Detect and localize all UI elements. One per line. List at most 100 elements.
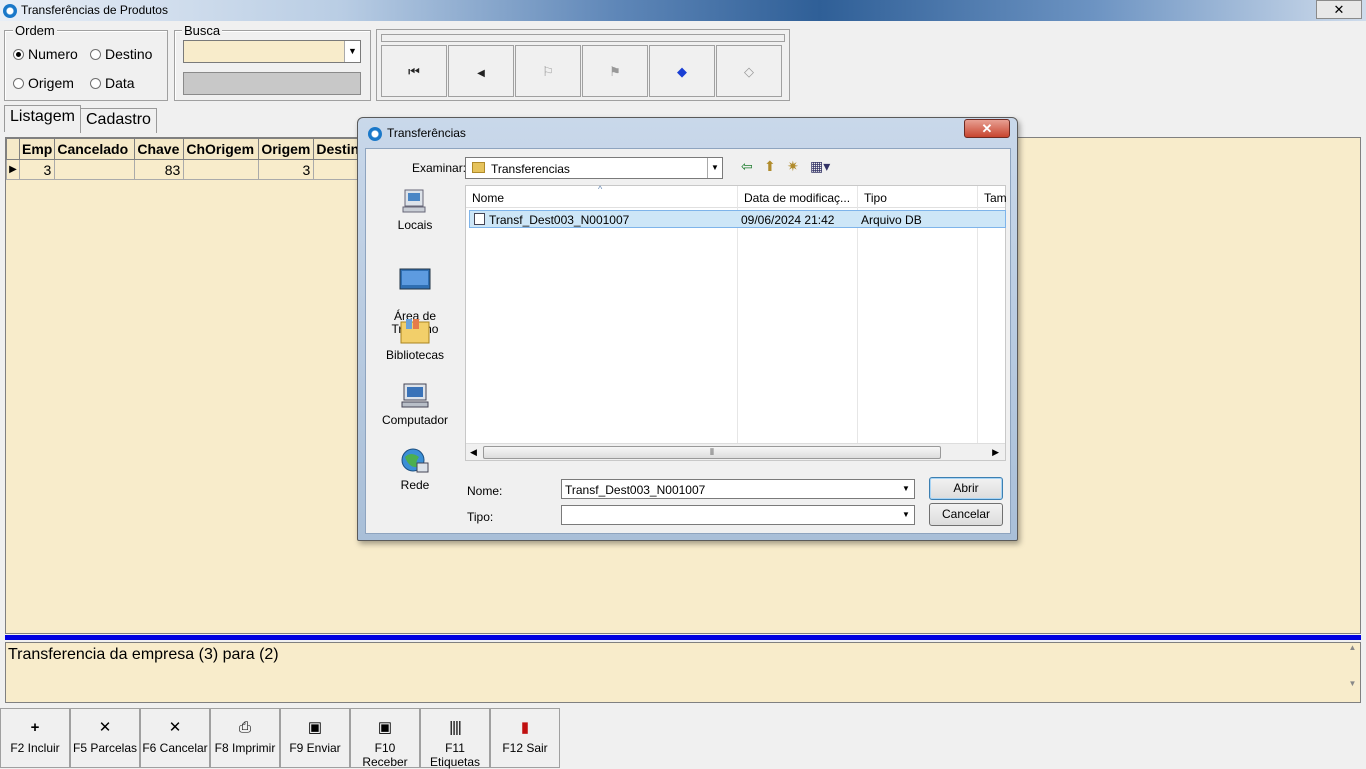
new-folder-icon[interactable]: ✷ (787, 158, 799, 175)
look-in-value: Transferencias (491, 162, 570, 176)
f10-receber-button[interactable]: ▣ F10 Receber (350, 708, 420, 769)
tab-cadastro[interactable]: Cadastro (80, 108, 157, 133)
back-arrow-icon[interactable]: ⇦ (741, 158, 753, 175)
f10-label: F10 Receber (362, 741, 408, 769)
dialog-close-button[interactable]: ✕ (964, 119, 1010, 138)
plus-icon: + (30, 719, 40, 736)
view-menu-icon[interactable]: ▦▾ (810, 158, 830, 175)
place-bibliotecas[interactable]: Bibliotecas (366, 317, 464, 362)
dialog-title: Transferências (387, 126, 466, 140)
x-icon: ✕ (168, 719, 182, 736)
network-globe-icon (401, 448, 429, 473)
file-type-field[interactable]: ▼ (561, 505, 915, 525)
places-bar: Locais Área de Trabalho Bibliotecas Comp… (366, 185, 464, 495)
f8-label: F8 Imprimir (214, 741, 276, 755)
scroll-left-icon[interactable]: ◀ (470, 447, 477, 458)
open-button[interactable]: Abrir (929, 477, 1003, 500)
column-header-emp[interactable]: Emp (18, 138, 56, 160)
radio-data[interactable]: Data (90, 75, 135, 91)
radio-numero-dot[interactable] (13, 48, 24, 60)
column-header-cancelado[interactable]: Cancelado (54, 138, 136, 160)
column-header-tipo[interactable]: Tipo (864, 191, 887, 205)
radio-data-label: Data (105, 75, 135, 91)
cell-cancelado[interactable] (54, 159, 136, 180)
file-row[interactable]: Transf_Dest003_N001007 09/06/2024 21:42 … (469, 210, 1006, 228)
window-close-button[interactable]: ✕ (1316, 0, 1362, 19)
dialog-app-icon (368, 127, 382, 141)
column-header-chorigem[interactable]: ChOrigem (183, 138, 260, 160)
place-locais[interactable]: Locais (366, 187, 464, 232)
computer-icon (401, 383, 429, 408)
scroll-thumb[interactable]: ⦀ (483, 446, 941, 459)
column-header-chave[interactable]: Chave (134, 138, 185, 160)
f2-label: F2 Incluir (10, 741, 60, 755)
f5-parcelas-button[interactable]: ✕ F5 Parcelas (70, 708, 140, 768)
eraser-gray-icon: ◇ (744, 64, 754, 79)
file-name-dropdown-icon[interactable]: ▼ (898, 480, 914, 498)
f8-imprimir-button[interactable]: ⎙ F8 Imprimir (210, 708, 280, 768)
f6-cancelar-button[interactable]: ✕ F6 Cancelar (140, 708, 210, 768)
libraries-icon (400, 319, 430, 344)
grid-indicator-header (6, 138, 20, 160)
cell-emp[interactable]: 3 (18, 159, 56, 180)
column-header-data[interactable]: Data de modificaç... (744, 191, 850, 205)
cancel-edit-button[interactable]: ⚑ (582, 45, 648, 97)
tab-listagem[interactable]: Listagem (4, 105, 81, 132)
eraser-blue-button[interactable]: ◆ (649, 45, 715, 97)
file-name: Transf_Dest003_N001007 (489, 213, 630, 227)
scroll-right-icon[interactable]: ▶ (992, 447, 999, 458)
radio-numero[interactable]: Numero (13, 46, 78, 62)
file-type-label: Tipo: (467, 510, 494, 524)
up-folder-icon[interactable]: ⬆ (764, 158, 776, 175)
f11-etiquetas-button[interactable]: |||| F11 Etiquetas (420, 708, 490, 769)
cell-chorigem[interactable] (183, 159, 260, 180)
exit-icon: ▮ (520, 719, 530, 736)
grid-header-row: Emp Cancelado Chave ChOrigem Origem Dest… (6, 138, 375, 160)
look-in-dropdown-icon[interactable]: ▼ (707, 158, 722, 178)
radio-destino[interactable]: Destino (90, 46, 152, 62)
ordem-label: Ordem (13, 23, 57, 38)
column-header-tamanho[interactable]: Tam (984, 191, 1007, 205)
eraser-gray-button[interactable]: ◇ (716, 45, 782, 97)
look-in-combo[interactable]: Transferencias ▼ (465, 157, 723, 179)
memo-scrollbar[interactable]: ▲ ▼ (1345, 643, 1360, 702)
busca-dropdown-arrow-icon[interactable]: ▼ (344, 41, 360, 62)
radio-destino-dot[interactable] (90, 48, 101, 60)
file-list-hscrollbar[interactable]: ◀ ⦀ ▶ (466, 443, 1005, 460)
column-header-nome[interactable]: Nome (472, 191, 504, 205)
place-rede[interactable]: Rede (366, 447, 464, 492)
memo-field[interactable]: Transferencia da empresa (3) para (2) ▲ ▼ (5, 642, 1361, 703)
busca-combo[interactable]: ▼ (183, 40, 361, 63)
f5-label: F5 Parcelas (72, 741, 138, 755)
floppy-icon: ▣ (377, 719, 393, 736)
file-type-dropdown-icon[interactable]: ▼ (898, 506, 914, 524)
prior-record-button[interactable]: ◀ (448, 45, 514, 97)
barcode-icon: |||| (449, 719, 462, 736)
place-computador-label: Computador (381, 413, 449, 427)
cell-origem[interactable]: 3 (258, 159, 315, 180)
sort-arrow-icon: ^ (598, 184, 603, 194)
radio-origem-label: Origem (28, 75, 74, 91)
table-row[interactable]: ▶ 3 83 3 (6, 159, 375, 180)
post-button[interactable]: ⚐ (515, 45, 581, 97)
radio-origem[interactable]: Origem (13, 75, 74, 91)
cancel-button[interactable]: Cancelar (929, 503, 1003, 526)
f12-sair-button[interactable]: ▮ F12 Sair (490, 708, 560, 768)
cell-chave[interactable]: 83 (134, 159, 185, 180)
f12-label: F12 Sair (502, 741, 548, 755)
desktop-icon (399, 268, 431, 290)
radio-origem-dot[interactable] (13, 77, 24, 89)
f9-enviar-button[interactable]: ▣ F9 Enviar (280, 708, 350, 768)
file-name-value: Transf_Dest003_N001007 (565, 483, 706, 497)
place-computador[interactable]: Computador (366, 382, 464, 427)
column-header-origem[interactable]: Origem (258, 138, 315, 160)
busca-secondary-field[interactable] (183, 72, 361, 95)
f2-incluir-button[interactable]: + F2 Incluir (0, 708, 70, 768)
file-name-field[interactable]: Transf_Dest003_N001007 ▼ (561, 479, 915, 499)
file-list[interactable]: Nome ^ Data de modificaç... Tipo Tam Tra… (465, 184, 1007, 461)
radio-data-dot[interactable] (90, 77, 101, 89)
first-record-button[interactable]: ⏮ (381, 45, 447, 97)
record-navigator: ⏮ ◀ ⚐ ⚑ ◆ ◇ (376, 29, 790, 101)
busca-label: Busca (182, 23, 223, 38)
post-icon: ⚐ (542, 64, 554, 79)
